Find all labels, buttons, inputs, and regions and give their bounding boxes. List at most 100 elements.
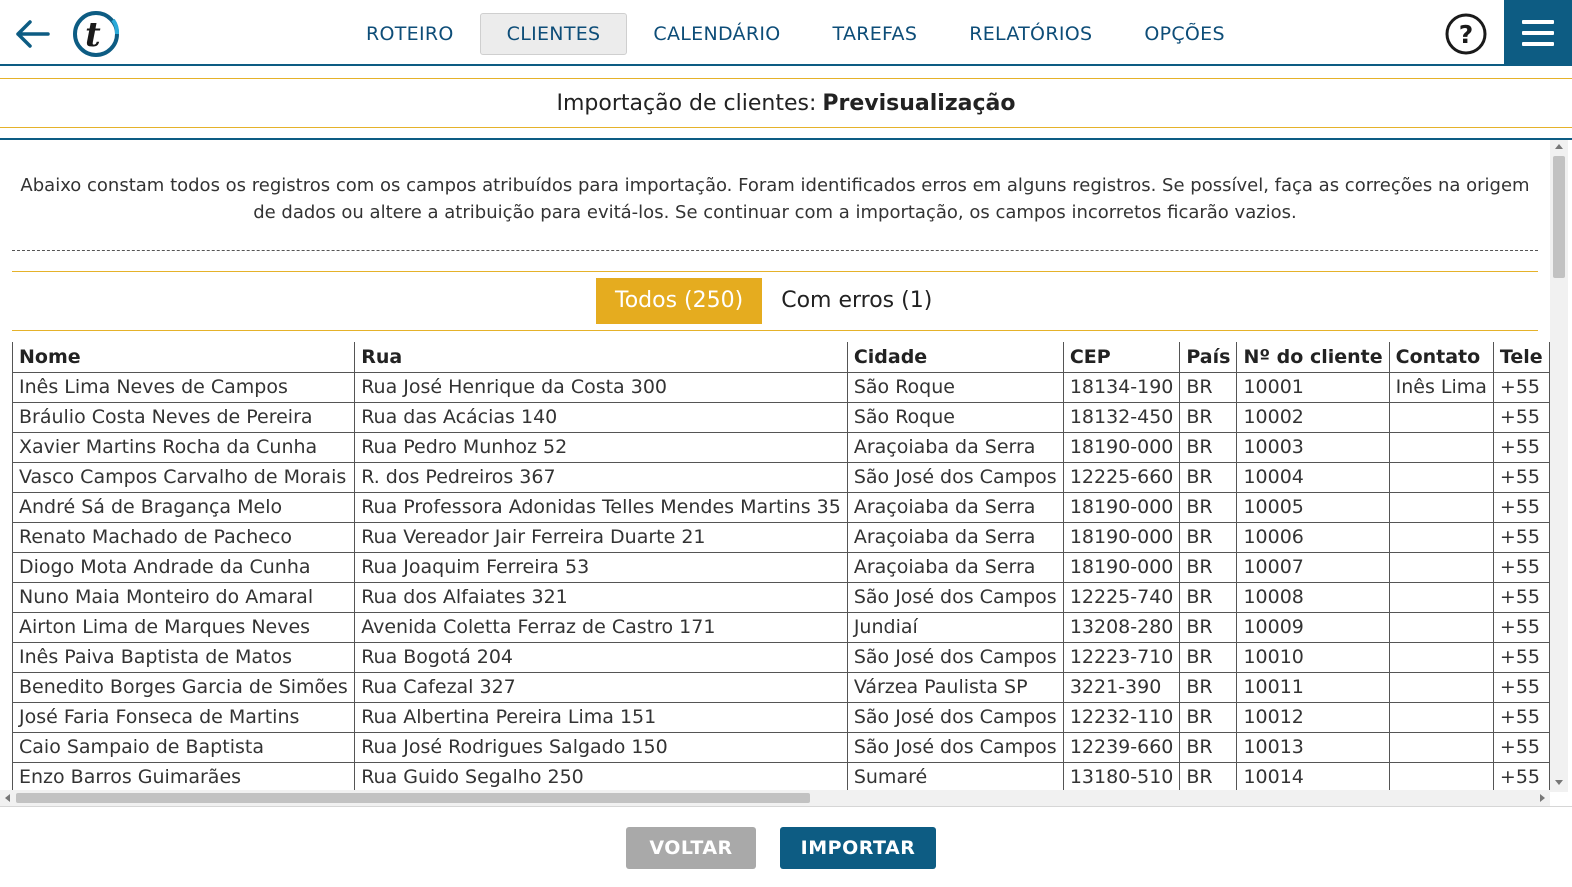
cell-contato [1388, 431, 1494, 463]
vertical-scrollbar[interactable] [1550, 140, 1568, 792]
hamburger-menu-button[interactable] [1504, 0, 1572, 65]
hamburger-menu-icon [1522, 19, 1554, 24]
filter-top-line [12, 271, 1538, 272]
cell-telefone: +55 [1492, 581, 1550, 613]
cell-pais: BR [1179, 431, 1238, 463]
table-row[interactable]: Inês Lima Neves de Campos Rua José Henriq… [12, 371, 1550, 403]
column-header-nome: Nome [12, 342, 356, 373]
cell-cidade: Araçoiaba da Serra [846, 521, 1064, 553]
cell-nome: Enzo Barros Guimarães [12, 761, 356, 792]
filter-tabs: Todos (250) Com erros (1) [596, 278, 951, 324]
cell-cep: 18132-450 [1062, 401, 1181, 433]
horizontal-scrollbar[interactable] [0, 790, 1550, 806]
scroll-up-arrow-icon[interactable] [1555, 144, 1563, 149]
cell-cidade: São José dos Campos [846, 701, 1064, 733]
cell-pais: BR [1179, 491, 1238, 523]
preview-table-container[interactable]: Nome Rua Cidade CEP País Nº do cliente C… [12, 342, 1550, 792]
import-button[interactable]: IMPORTAR [780, 827, 936, 869]
scroll-down-arrow-icon[interactable] [1555, 780, 1563, 785]
table-header-row: Nome Rua Cidade CEP País Nº do cliente C… [12, 342, 1550, 373]
back-button-footer[interactable]: VOLTAR [626, 827, 756, 869]
table-row[interactable]: Enzo Barros Guimarães Rua Guido Segalho 2… [12, 761, 1550, 792]
cell-contato [1388, 671, 1494, 703]
table-row[interactable]: Caio Sampaio de Baptista Rua José Rodrigu… [12, 731, 1550, 763]
table-row[interactable]: Renato Machado de Pacheco Rua Vereador Ja… [12, 521, 1550, 553]
cell-telefone: +55 [1492, 521, 1550, 553]
cell-numero-cliente: 10008 [1236, 581, 1390, 613]
filter-tab-errors[interactable]: Com erros (1) [762, 278, 951, 324]
cell-numero-cliente: 10003 [1236, 431, 1390, 463]
cell-rua: Rua José Rodrigues Salgado 150 [354, 731, 848, 763]
cell-contato [1388, 761, 1494, 792]
cell-nome: Nuno Maia Monteiro do Amaral [12, 581, 356, 613]
cell-cep: 12225-660 [1062, 461, 1181, 493]
table-row[interactable]: Benedito Borges Garcia de Simões Rua Cafe… [12, 671, 1550, 703]
cell-numero-cliente: 10013 [1236, 731, 1390, 763]
cell-rua: Rua Cafezal 327 [354, 671, 848, 703]
cell-numero-cliente: 10010 [1236, 641, 1390, 673]
cell-cidade: São Roque [846, 401, 1064, 433]
scroll-right-arrow-icon[interactable] [1540, 794, 1545, 802]
cell-contato [1388, 521, 1494, 553]
table-row[interactable]: Inês Paiva Baptista de Matos Rua Bogotá 2… [12, 641, 1550, 673]
cell-rua: Rua Professora Adonidas Telles Mendes Ma… [354, 491, 848, 523]
column-header-rua: Rua [354, 342, 848, 373]
cell-rua: Rua José Henrique da Costa 300 [354, 371, 848, 403]
scroll-left-arrow-icon[interactable] [5, 794, 10, 802]
table-row[interactable]: Airton Lima de Marques Neves Avenida Cole… [12, 611, 1550, 643]
cell-cep: 18190-000 [1062, 491, 1181, 523]
cell-telefone: +55 [1492, 731, 1550, 763]
cell-nome: José Faria Fonseca de Martins [12, 701, 356, 733]
cell-telefone: +55 [1492, 401, 1550, 433]
nav-tarefas[interactable]: TAREFAS [807, 13, 944, 55]
cell-pais: BR [1179, 521, 1238, 553]
cell-contato [1388, 731, 1494, 763]
nav-clientes[interactable]: CLIENTES [479, 13, 628, 55]
help-label: ? [1459, 20, 1474, 49]
cell-cep: 12225-740 [1062, 581, 1181, 613]
cell-telefone: +55 [1492, 371, 1550, 403]
cell-rua: Rua Bogotá 204 [354, 641, 848, 673]
cell-pais: BR [1179, 731, 1238, 763]
table-row[interactable]: Nuno Maia Monteiro do Amaral Rua dos Alfa… [12, 581, 1550, 613]
column-header-cep: CEP [1062, 342, 1181, 373]
vertical-scroll-thumb[interactable] [1553, 156, 1565, 278]
help-icon: ? [1445, 13, 1487, 55]
cell-pais: BR [1179, 701, 1238, 733]
nav-opcoes[interactable]: OPÇÕES [1118, 13, 1251, 55]
dotted-divider [12, 250, 1538, 251]
table-row[interactable]: Bráulio Costa Neves de Pereira Rua das Ac… [12, 401, 1550, 433]
app-logo[interactable]: t [70, 9, 122, 59]
main-nav: ROTEIRO CLIENTES CALENDÁRIO TAREFAS RELA… [340, 13, 1251, 55]
help-button[interactable]: ? [1444, 12, 1488, 56]
table-row[interactable]: Diogo Mota Andrade da Cunha Rua Joaquim F… [12, 551, 1550, 583]
cell-cep: 18190-000 [1062, 551, 1181, 583]
footer-divider [0, 806, 1572, 807]
nav-calendario[interactable]: CALENDÁRIO [627, 13, 806, 55]
horizontal-scroll-thumb[interactable] [16, 793, 810, 803]
page-title: Importação de clientes: Previsualização [0, 78, 1572, 128]
filter-bottom-line [12, 330, 1538, 331]
cell-cep: 12239-660 [1062, 731, 1181, 763]
cell-rua: Rua dos Alfaiates 321 [354, 581, 848, 613]
table-row[interactable]: José Faria Fonseca de Martins Rua Alberti… [12, 701, 1550, 733]
cell-cep: 13180-510 [1062, 761, 1181, 792]
cell-rua: Rua Joaquim Ferreira 53 [354, 551, 848, 583]
cell-nome: Renato Machado de Pacheco [12, 521, 356, 553]
cell-contato [1388, 461, 1494, 493]
cell-rua: Rua Vereador Jair Ferreira Duarte 21 [354, 521, 848, 553]
filter-tab-all[interactable]: Todos (250) [596, 278, 763, 324]
table-row[interactable]: Xavier Martins Rocha da Cunha Rua Pedro M… [12, 431, 1550, 463]
cell-rua: Rua das Acácias 140 [354, 401, 848, 433]
cell-telefone: +55 [1492, 701, 1550, 733]
back-button[interactable] [10, 12, 54, 56]
nav-roteiro[interactable]: ROTEIRO [340, 13, 480, 55]
table-row[interactable]: André Sá de Bragança Melo Rua Professora … [12, 491, 1550, 523]
main-content: Abaixo constam todos os registros com os… [0, 140, 1550, 792]
cell-contato [1388, 701, 1494, 733]
cell-numero-cliente: 10006 [1236, 521, 1390, 553]
cell-telefone: +55 [1492, 611, 1550, 643]
cell-pais: BR [1179, 761, 1238, 792]
nav-relatorios[interactable]: RELATÓRIOS [943, 13, 1118, 55]
table-row[interactable]: Vasco Campos Carvalho de Morais R. dos Pe… [12, 461, 1550, 493]
